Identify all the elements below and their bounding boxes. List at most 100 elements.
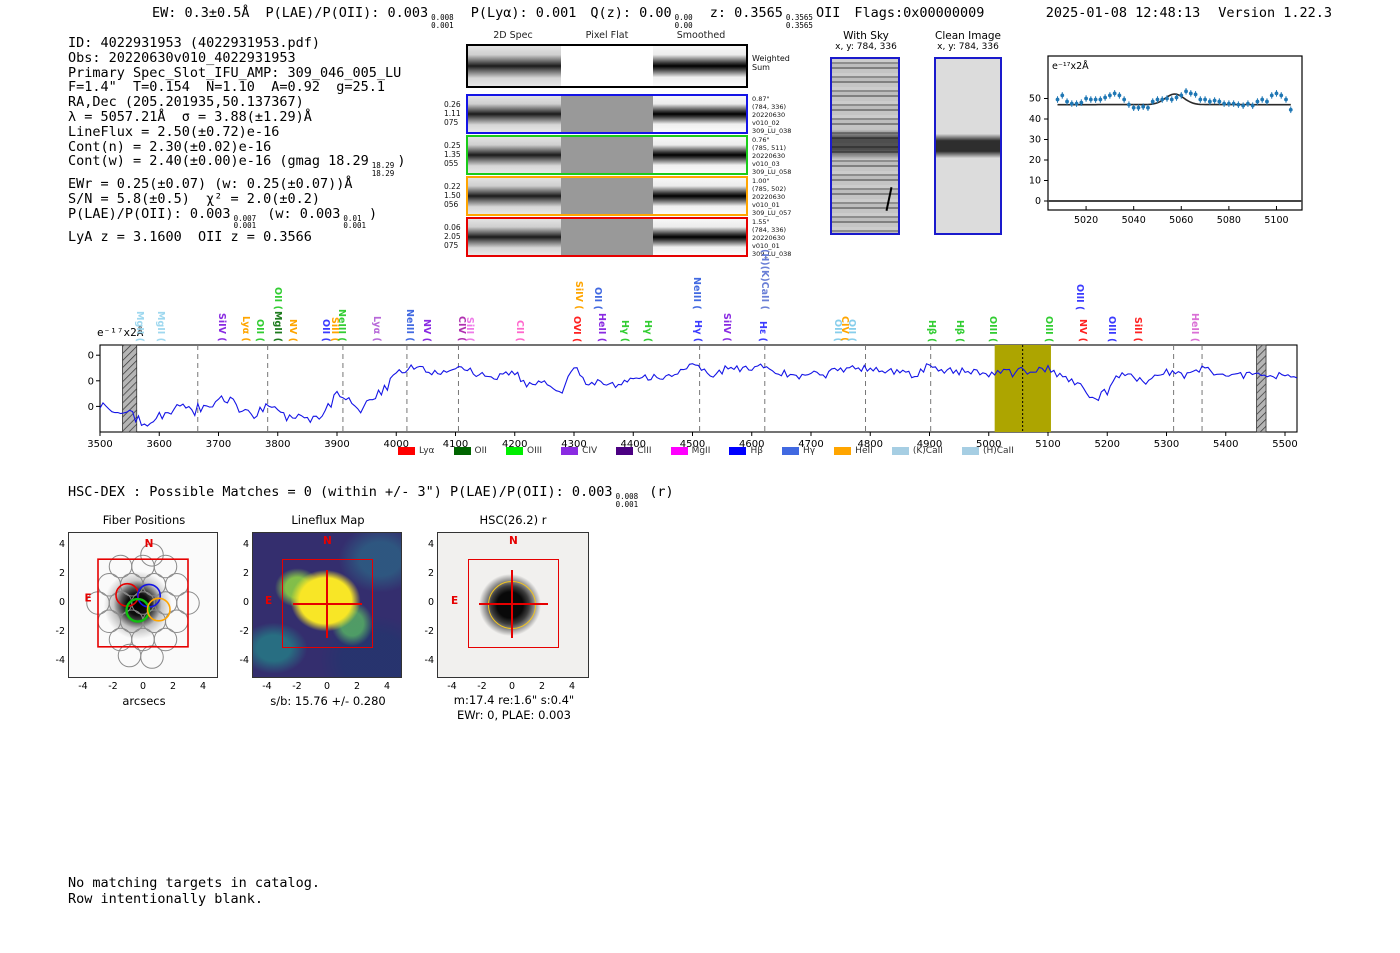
emission-line-label: SiIV (	[572, 281, 584, 310]
legend-item: OIII	[505, 446, 542, 456]
spec2d-weighted-sum-label: Weighted Sum	[752, 54, 790, 72]
fiber-pixelflat-image	[560, 137, 654, 173]
emission-line-label: OII (	[845, 319, 857, 342]
hsc-cutout-title: HSC(26.2) r	[479, 513, 547, 527]
info-text: EWr = 0.25(±0.07) (w: 0.25(±0.07))Å	[68, 176, 353, 193]
emission-line-label: SiII (	[463, 317, 475, 342]
emission-line-label: SiII (	[1132, 317, 1144, 342]
header-text: Flags:0x00000009	[854, 5, 985, 21]
info-text: Cont(n) = 2.30(±0.02)e-16	[68, 138, 272, 155]
legend-swatch	[834, 447, 852, 455]
spec2d-header-smoothed: Smoothed	[676, 30, 726, 41]
report-version: Version 1.22.3	[1218, 5, 1332, 21]
legend-label: (H)CaII	[982, 446, 1014, 456]
info-line: LineFlux = 2.50(±0.72)e-16	[68, 123, 405, 140]
emission-line-label: OIII (	[986, 316, 998, 343]
legend-label: HeII	[855, 446, 873, 456]
fiber-positions-title: Fiber Positions	[102, 513, 186, 527]
legend-swatch	[670, 447, 688, 455]
fiber-pixelflat-image	[560, 219, 654, 255]
svg-text:5060: 5060	[1169, 215, 1193, 226]
hscdex-hilo: 0.008 0.001	[615, 492, 639, 509]
cutout-xtick: 2	[353, 681, 361, 692]
info-text: RA,Dec (205.201935,50.137367)	[68, 94, 304, 111]
svg-text:20: 20	[1029, 155, 1041, 166]
lineflux-compass-n: N	[323, 535, 332, 547]
emission-line-label: OII (	[271, 287, 283, 310]
spec2d-weighted-smoothed-image	[653, 46, 747, 86]
cutout-ytick: -4	[424, 655, 434, 666]
emission-line-label: HeII (	[595, 313, 607, 343]
legend-item: Hγ	[782, 446, 815, 456]
header-hilo: 0.00 0.00	[674, 13, 693, 30]
legend-item: OII	[453, 446, 487, 456]
hsc-dex-match-line: HSC-DEX : Possible Matches = 0 (within +…	[68, 484, 674, 508]
fiber-smoothed-image	[653, 219, 747, 255]
info-text: )	[369, 205, 378, 222]
info-line: P(LAE)/P(OII): 0.003 0.007 0.001 (w: 0.003…	[68, 207, 405, 230]
fiber-smoothed-image	[653, 137, 747, 173]
info-line: ID: 4022931953 (4022931953.pdf)	[68, 36, 405, 51]
emission-line-label: CII (	[514, 320, 526, 342]
fiber-smoothed-image	[653, 96, 747, 132]
info-text: LineFlux = 2.50(±0.72)e-16	[68, 123, 280, 140]
emission-line-label: NeIII (	[690, 277, 702, 310]
header-text: P(LAE)/P(OII): 0.003	[265, 5, 429, 21]
fiber-positions-plot: NE	[68, 532, 218, 678]
svg-text:30: 30	[1029, 135, 1041, 146]
legend-swatch	[729, 447, 747, 455]
legend-label: Hγ	[803, 446, 816, 456]
fiber-pixelflat-image	[560, 178, 654, 214]
legend-swatch	[453, 447, 471, 455]
withsky-image-frame	[830, 57, 900, 235]
emission-line-label: NeIII (	[335, 309, 347, 342]
info-line: Obs: 20220630v010_4022931953	[68, 50, 405, 66]
svg-text:5200: 5200	[1095, 439, 1120, 450]
fiber-smoothed-image	[653, 178, 747, 214]
spec2d-fiber-row	[466, 176, 748, 216]
spec2d-fiber-row	[466, 135, 748, 175]
footer-notes: No matching targets in catalog. Row inten…	[68, 875, 320, 907]
fiber-row-id: 0.87" (784, 336) 20220630 v010_02 309_LU_038	[752, 95, 792, 135]
spec2d-weighted-pixelflat-image	[560, 46, 654, 86]
info-text: λ = 5057.21Å σ = 3.88(±1.29)Å	[68, 108, 312, 125]
emission-line-label: NeIII (	[403, 309, 415, 342]
legend-item: (K)CaII	[891, 446, 943, 456]
cutout-xtick: -2	[477, 681, 487, 692]
header-summary-line: EW: 0.3±0.5Å P(LAE)/P(OII): 0.003 0.008 0.0…	[152, 5, 984, 29]
emission-line-label: Hβ (	[953, 320, 965, 343]
info-text: P(LAE)/P(OII): 0.003	[68, 205, 231, 222]
fiber-pixelflat-image	[560, 96, 654, 132]
fiber-row-weights: 0.06 2.05 075	[444, 223, 461, 250]
legend-label: CIV	[582, 446, 598, 456]
emission-line-label: SiIV (	[216, 313, 228, 342]
hsc-cutout-plot: N E	[437, 532, 589, 678]
footer-line: Row intentionally blank.	[68, 890, 264, 907]
header-text: EW: 0.3±0.5Å	[152, 5, 250, 21]
spec2d-column-headers: 2D Spec Pixel Flat Smoothed	[466, 30, 748, 41]
legend-swatch	[616, 447, 634, 455]
svg-text:40: 40	[88, 376, 94, 387]
cutout-xtick: 2	[169, 681, 177, 692]
info-text: F=1.4" T=0.154 N=1.10 A=0.92 g=25.1	[68, 79, 385, 96]
hsc-ewr-plae-caption: EWr: 0, PLAE: 0.003	[457, 708, 571, 722]
cutout-xtick: 2	[538, 681, 546, 692]
fiber-row-id: 1.00" (785, 502) 20220630 v010_01 309_LU_057	[752, 177, 792, 217]
hsc-compass-n: N	[509, 535, 518, 547]
emission-line-label: Lyα (	[370, 316, 382, 342]
cutout-xtick: 0	[508, 681, 516, 692]
header-text: z: 0.3565	[709, 5, 783, 21]
fiber-positions-xlabel: arcsecs	[122, 694, 166, 708]
info-line: LyA z = 3.1600 OII z = 0.3566	[68, 230, 405, 245]
emission-line-label: OII (	[591, 287, 603, 310]
hscdex-text: HSC-DEX : Possible Matches = 0 (within +…	[68, 484, 613, 500]
withsky-title: With Sky	[843, 30, 889, 42]
spec2d-header-2dspec: 2D Spec	[493, 30, 533, 41]
fiber-2d-image	[468, 96, 561, 132]
info-text: Cont(w) = 2.40(±0.00)e-16 (gmag 18.29	[68, 153, 369, 170]
lineflux-compass-e: E	[265, 595, 273, 607]
elixer-report-page: EW: 0.3±0.5Å P(LAE)/P(OII): 0.003 0.008 0.0…	[0, 0, 1400, 953]
emission-line-label: Hγ (	[642, 320, 654, 343]
svg-text:3800: 3800	[265, 439, 290, 450]
svg-text:50: 50	[1029, 94, 1041, 105]
